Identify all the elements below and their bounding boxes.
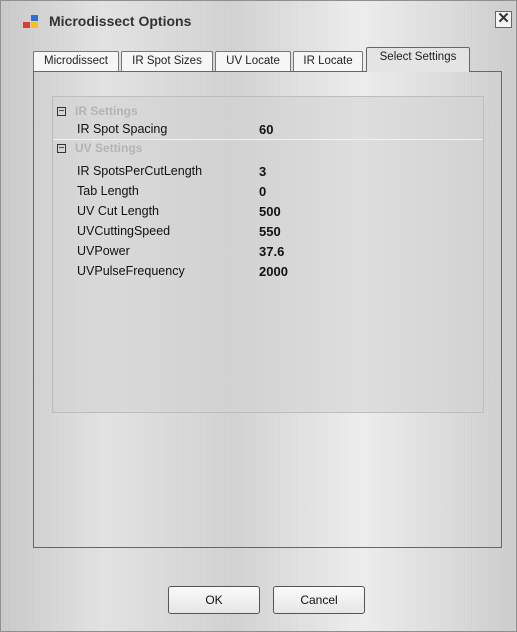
category-uv-settings[interactable]: − UV Settings <box>53 141 483 159</box>
category-label: UV Settings <box>75 141 143 155</box>
cancel-button[interactable]: Cancel <box>273 586 365 614</box>
property-name: Tab Length <box>77 184 139 198</box>
category-label: IR Settings <box>75 104 138 118</box>
property-name: UV Cut Length <box>77 204 159 218</box>
close-button[interactable]: ✕ <box>495 11 512 28</box>
tab-uv-locate[interactable]: UV Locate <box>215 51 291 71</box>
tab-ir-locate[interactable]: IR Locate <box>293 51 363 71</box>
property-name: UVPower <box>77 244 130 258</box>
ok-button[interactable]: OK <box>168 586 260 614</box>
property-row-uvpulsefrequency[interactable]: UVPulseFrequency 2000 <box>77 264 457 282</box>
tab-microdissect[interactable]: Microdissect <box>33 51 119 71</box>
tab-select-settings[interactable]: Select Settings <box>366 47 470 72</box>
property-value[interactable]: 550 <box>259 224 281 239</box>
property-row-ir-spot-spacing[interactable]: IR Spot Spacing 60 <box>77 122 457 140</box>
app-icon <box>23 15 39 29</box>
property-row-uvpower[interactable]: UVPower 37.6 <box>77 244 457 262</box>
window-title: Microdissect Options <box>49 13 192 29</box>
property-value[interactable]: 2000 <box>259 264 288 279</box>
property-name: UVPulseFrequency <box>77 264 185 278</box>
property-value[interactable]: 60 <box>259 122 273 137</box>
property-value[interactable]: 0 <box>259 184 266 199</box>
property-name: IR Spot Spacing <box>77 122 168 136</box>
property-row-uvcuttingspeed[interactable]: UVCuttingSpeed 550 <box>77 224 457 242</box>
property-row-tab-length[interactable]: Tab Length 0 <box>77 184 457 202</box>
close-icon: ✕ <box>497 10 510 27</box>
divider <box>53 139 483 140</box>
property-row-uv-cut-length[interactable]: UV Cut Length 500 <box>77 204 457 222</box>
property-name: IR SpotsPerCutLength <box>77 164 203 178</box>
property-value[interactable]: 37.6 <box>259 244 284 259</box>
collapse-icon[interactable]: − <box>57 144 66 154</box>
category-ir-settings[interactable]: − IR Settings <box>53 104 483 122</box>
tab-ir-spot-sizes[interactable]: IR Spot Sizes <box>121 51 213 71</box>
microdissect-options-window: Microdissect Options ✕ Microdissect IR S… <box>0 0 517 632</box>
property-value[interactable]: 500 <box>259 204 281 219</box>
property-name: UVCuttingSpeed <box>77 224 171 238</box>
property-value[interactable]: 3 <box>259 164 266 179</box>
title-bar: Microdissect Options ✕ <box>1 1 517 39</box>
property-grid: − IR Settings IR Spot Spacing 60 − UV Se… <box>52 96 484 413</box>
collapse-icon[interactable]: − <box>57 107 66 117</box>
property-row-ir-spotspercutlength[interactable]: IR SpotsPerCutLength 3 <box>77 164 457 182</box>
